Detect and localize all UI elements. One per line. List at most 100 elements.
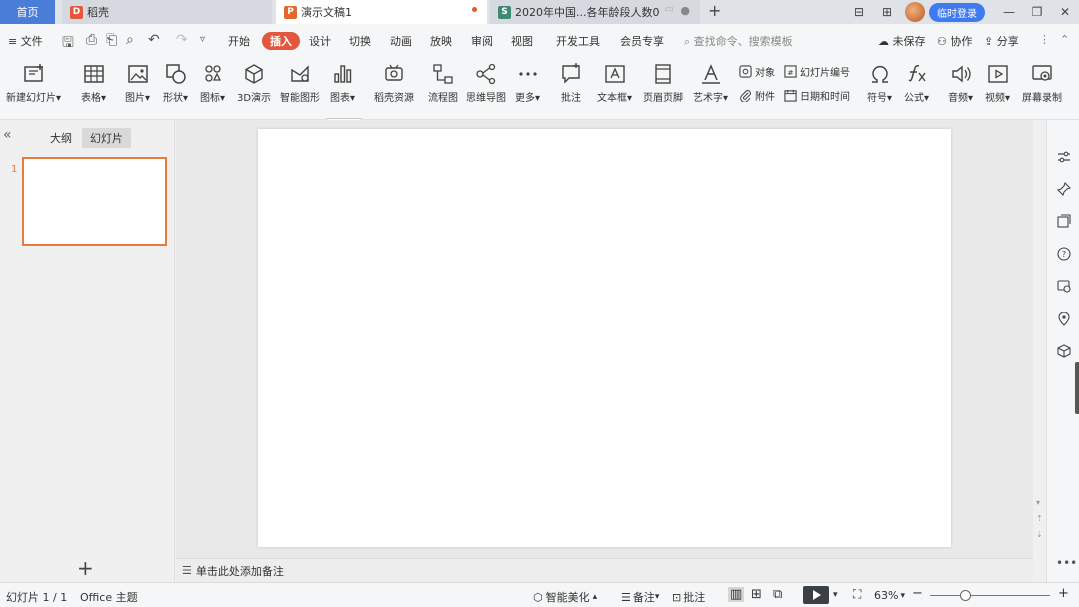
- notes-area[interactable]: ☰ 单击此处添加备注: [176, 558, 1033, 582]
- more-options-icon[interactable]: ⋮: [1039, 33, 1050, 46]
- smart-graphic-button[interactable]: 智能图形: [280, 58, 320, 120]
- textbox-button[interactable]: 文本框▾: [597, 58, 632, 120]
- redo-icon[interactable]: ↷: [176, 32, 188, 48]
- attachment-button[interactable]: 附件: [739, 88, 775, 103]
- mindmap-button[interactable]: 思维导图: [466, 58, 506, 120]
- menu-start[interactable]: 开始: [228, 33, 250, 49]
- normal-view-icon[interactable]: ▥: [728, 587, 745, 602]
- tab-outline[interactable]: 大纲: [42, 128, 80, 148]
- zoom-out-icon[interactable]: −: [912, 586, 923, 601]
- location-icon[interactable]: [1057, 312, 1071, 326]
- menu-slideshow[interactable]: 放映: [430, 33, 452, 49]
- zoom-slider-track[interactable]: [930, 595, 1050, 596]
- vertical-scrollbar[interactable]: ▾ ⇡ ⇣: [1033, 120, 1046, 558]
- settings-sliders-icon[interactable]: [1057, 150, 1071, 164]
- screen-record-button[interactable]: 屏幕录制: [1022, 58, 1062, 120]
- unsaved-status[interactable]: ☁ 未保存: [878, 33, 926, 49]
- formula-button[interactable]: 公式▾: [904, 58, 929, 120]
- audio-button[interactable]: 音频▾: [948, 58, 973, 120]
- collab-button[interactable]: ⚇ 协作: [937, 33, 972, 49]
- zoom-in-icon[interactable]: +: [1058, 586, 1069, 601]
- more-button[interactable]: 更多▾: [515, 58, 540, 120]
- sorter-view-icon[interactable]: ⊞: [751, 587, 762, 602]
- wordart-button[interactable]: 艺术字▾: [693, 58, 728, 120]
- customize-icon[interactable]: ▿: [200, 34, 205, 45]
- tab-slides[interactable]: 幻灯片: [82, 128, 131, 148]
- share-button[interactable]: ⇪ 分享: [984, 33, 1019, 49]
- picture-button[interactable]: 图片▾: [125, 58, 150, 120]
- slide-panel-icon[interactable]: [1057, 214, 1071, 228]
- image-edit-icon[interactable]: [1057, 279, 1071, 293]
- zoom-level[interactable]: 63% ▾: [874, 589, 905, 602]
- preview-icon[interactable]: ⌕: [126, 32, 134, 48]
- avatar[interactable]: [905, 2, 925, 22]
- tab-spreadsheet[interactable]: S 2020年中国...各年龄段人数0 ▭ ●: [490, 0, 700, 24]
- tab-presentation[interactable]: P 演示文稿1: [276, 0, 487, 24]
- login-button[interactable]: 临时登录: [929, 2, 985, 22]
- menu-animation[interactable]: 动画: [390, 33, 412, 49]
- new-slide-button[interactable]: 新建幻灯片▾: [6, 58, 61, 120]
- more-tools-icon[interactable]: •••: [1056, 556, 1077, 570]
- collapse-ribbon-icon[interactable]: ⌃: [1060, 33, 1069, 46]
- save-icon[interactable]: 🖫: [62, 32, 74, 56]
- video-button[interactable]: 视频▾: [985, 58, 1010, 120]
- zoom-slider-handle[interactable]: [960, 590, 971, 601]
- tab-home[interactable]: 首页: [0, 0, 55, 24]
- collapse-panel-icon[interactable]: «: [3, 127, 12, 143]
- notes-placeholder: 单击此处添加备注: [195, 564, 284, 578]
- menu-view[interactable]: 视图: [511, 33, 533, 49]
- chart-button[interactable]: 图表▾: [330, 58, 355, 120]
- help-icon[interactable]: ?: [1057, 247, 1071, 261]
- menu-transition[interactable]: 切换: [349, 33, 371, 49]
- table-button[interactable]: 表格▾: [81, 58, 106, 120]
- object-button[interactable]: 对象: [739, 64, 775, 79]
- slide-number-button[interactable]: # 幻灯片编号: [784, 64, 850, 79]
- new-slide-label: 新建幻灯片▾: [6, 93, 62, 104]
- close-tab-icon[interactable]: ●: [680, 4, 690, 17]
- datetime-button[interactable]: 日期和时间: [784, 88, 850, 103]
- file-menu[interactable]: ≡ 文件: [8, 33, 43, 49]
- comment-toggle[interactable]: ⊡ 批注: [672, 589, 705, 605]
- notes-toggle[interactable]: ☰ 备注 ▾: [621, 589, 659, 605]
- menu-insert[interactable]: 插入: [262, 32, 300, 50]
- box-icon[interactable]: [1057, 344, 1071, 358]
- icon-button[interactable]: 图标▾: [200, 58, 225, 120]
- theme-name[interactable]: Office 主题: [80, 589, 138, 605]
- apps-grid-icon[interactable]: ⊞: [873, 5, 901, 19]
- current-slide[interactable]: [258, 129, 951, 547]
- pin-icon[interactable]: [1057, 182, 1071, 196]
- add-slide-button[interactable]: +: [77, 556, 94, 580]
- close-window-icon[interactable]: ✕: [1051, 5, 1079, 19]
- search-box[interactable]: ⌕ 查找命令、搜索模板: [684, 33, 793, 49]
- minimize-icon[interactable]: —: [995, 5, 1023, 19]
- prev-slide-icon[interactable]: ⇡: [1036, 514, 1043, 523]
- beautify-button[interactable]: ⬡ 智能美化 ▴: [533, 589, 597, 605]
- scroll-down-icon[interactable]: ▾: [1036, 498, 1040, 507]
- next-slide-icon[interactable]: ⇣: [1036, 530, 1043, 539]
- daoke-resource-button[interactable]: 稻壳资源: [374, 58, 414, 120]
- symbol-button[interactable]: 符号▾: [867, 58, 892, 120]
- menu-developer[interactable]: 开发工具: [556, 33, 600, 49]
- layout-icon[interactable]: ⊟: [845, 5, 873, 19]
- reading-view-icon[interactable]: ⧉: [773, 587, 782, 602]
- sidebar-drag-handle[interactable]: [1075, 362, 1079, 414]
- tab-daoke[interactable]: D 稻壳: [62, 0, 272, 24]
- fit-window-icon[interactable]: ⛶: [853, 587, 861, 602]
- menu-design[interactable]: 设计: [309, 33, 331, 49]
- undo-icon[interactable]: ↶: [148, 32, 160, 48]
- print-icon[interactable]: ⎗: [106, 32, 117, 48]
- comment-button[interactable]: 批注: [559, 58, 583, 120]
- flowchart-button[interactable]: 流程图: [428, 58, 458, 120]
- menu-review[interactable]: 审阅: [471, 33, 493, 49]
- play-slideshow-button[interactable]: [803, 586, 829, 604]
- search-placeholder: 查找命令、搜索模板: [693, 35, 793, 48]
- header-footer-button[interactable]: 页眉页脚: [643, 58, 683, 120]
- shape-button[interactable]: 形状▾: [163, 58, 188, 120]
- play-options-caret-icon[interactable]: ▾: [833, 590, 838, 600]
- export-icon[interactable]: ⎙: [86, 32, 97, 48]
- menu-member[interactable]: 会员专享: [620, 33, 664, 49]
- slide-thumbnail[interactable]: [22, 157, 167, 246]
- new-tab-button[interactable]: +: [708, 1, 721, 20]
- restore-icon[interactable]: ❐: [1023, 5, 1051, 19]
- three-d-button[interactable]: 3D演示: [237, 58, 271, 120]
